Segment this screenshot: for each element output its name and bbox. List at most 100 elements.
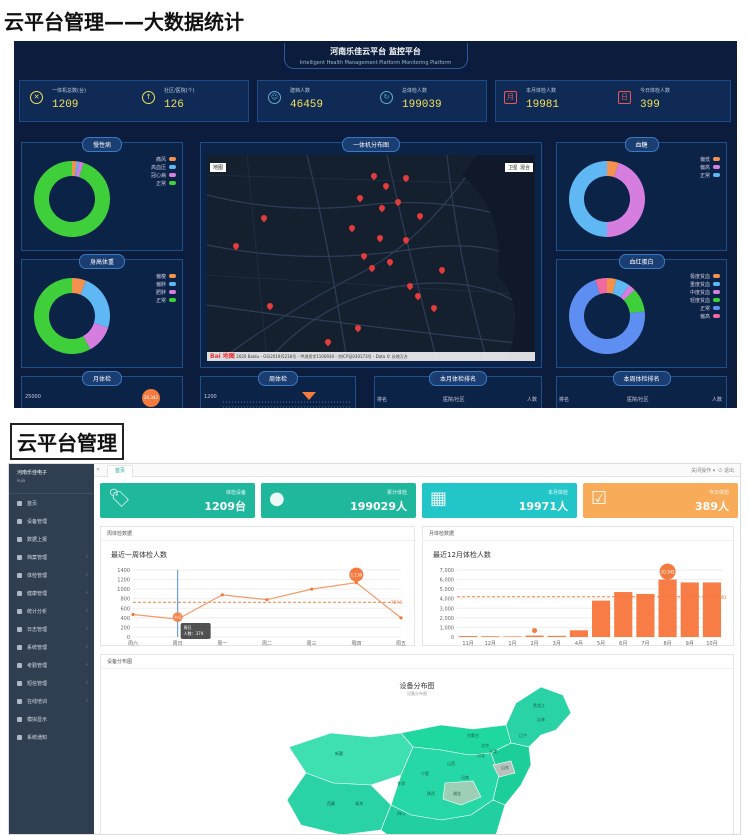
calendar-check-icon: ☑ [591, 488, 608, 509]
x-tick-label: 周二 [262, 641, 272, 647]
x-tick-label: 8月 [663, 641, 671, 647]
close-ops-menu[interactable]: 关闭操作 ▾ [691, 468, 715, 474]
legend-swatch [169, 173, 176, 177]
x-tick-label: 6月 [619, 641, 627, 647]
legend-label: 正常 [699, 305, 710, 312]
province-label: 湖北 [453, 790, 461, 796]
sidebar-item-label: 在线培训 [27, 698, 48, 705]
stat-month-exams: 月 本月体检人数 19981 [504, 85, 614, 119]
map-type-button[interactable]: 地图 [210, 163, 227, 172]
menu-icon [17, 662, 22, 668]
x-tick-label: 周四 [351, 641, 361, 647]
device-map[interactable]: 地图 卫星 混合 © 2020 Baidu - GS(2019)5218号 - … [207, 155, 535, 361]
legend-item: 极度贫血 [690, 272, 720, 280]
user-icon: ● [269, 488, 285, 509]
body-panel: 身高体重 偏瘦 偏胖 肥胖 正常 [21, 254, 183, 368]
baidu-logo: Bai 地图 [210, 353, 235, 360]
legend-label: 中度贫血 [689, 289, 710, 296]
dashboard-title-text: 河南乐佳云平台 监控平台 [330, 47, 421, 56]
legend-item: 冠心病 [151, 171, 176, 179]
legend-item: 痛风 [151, 155, 176, 163]
legend-label: 肥胖 [155, 289, 166, 296]
panel-header: 月体检数据 [423, 527, 733, 541]
province-label: 内蒙古 [467, 732, 479, 738]
sidebar-item[interactable]: 体检管理 ‹ [9, 566, 94, 584]
sidebar-item-label: 系统管理 [27, 644, 48, 651]
province-label: 天津 [489, 748, 497, 754]
china-map: 黑龙江吉林辽宁 内蒙古新疆西藏 青海 甘肃 宁夏陕西 山西 河北 北京天津山东河南四川 湖北 [286, 686, 572, 834]
sidebar-item[interactable]: 短信管理 ‹ [9, 674, 94, 692]
sidebar-item-label: 统计分析 [27, 608, 48, 615]
legend-label: 偏低 [699, 156, 710, 163]
body-donut [34, 278, 110, 354]
sidebar-item[interactable]: 档案管理 ‹ [9, 548, 94, 566]
sidebar-item[interactable]: 在线培训 ‹ [9, 692, 94, 710]
province-label: 河北 [477, 752, 485, 758]
hemoglobin-donut [569, 278, 645, 354]
legend-item: 偏高 [690, 312, 720, 320]
map-copyright: © 2020 Baidu - GS(2019)5218号 - 甲测资字11009… [207, 352, 535, 361]
tab-home[interactable]: 首页 [107, 465, 134, 477]
y-tick-label: 1,000 [440, 625, 454, 631]
sidebar-item[interactable]: 系统管理 ‹ [9, 638, 94, 656]
chronic-legend: 痛风 高血压 冠心病 正常 [151, 155, 176, 187]
card-today: ☑ 今日体检 389人 [583, 483, 738, 518]
sidebar-item[interactable]: 设备管理 [9, 512, 94, 530]
rank-col-header: 排名 [559, 397, 570, 403]
sidebar-item[interactable]: 首页 [9, 494, 94, 512]
sidebar-item[interactable]: 模拟显示 [9, 710, 94, 728]
week-exam-minichart [223, 392, 351, 408]
x-tick-label: 周一 [217, 641, 227, 647]
data-point [399, 616, 403, 620]
sidebar-item[interactable]: 日志管理 ‹ [9, 620, 94, 638]
menu-icon [17, 716, 22, 722]
card-label: 本月体检 [547, 490, 568, 496]
brand-name: 河南乐佳电子 [17, 470, 48, 476]
tooltip-day: 周日 [184, 624, 192, 630]
panel-title: 血红蛋白 [618, 254, 665, 269]
hospital-col-header: 医院/社区 [443, 397, 465, 403]
x-tick-label: 5月 [597, 641, 605, 647]
logout-icon[interactable]: ⏻ [718, 468, 722, 474]
week-rank-panel: 本周体检排名 排名 医院/社区 人数 [556, 371, 727, 408]
data-point [220, 593, 224, 597]
sidebar: 河南乐佳电子 lejia 首页 设备管理 数据上报 档案管理 ‹ 体检管理 ‹ 健康管理 ‹ 统计分… [9, 464, 94, 834]
chevron-icon: ‹ [86, 680, 88, 686]
sidebar-item[interactable]: 健康管理 ‹ [9, 584, 94, 602]
menu-icon [17, 608, 22, 614]
legend-swatch [169, 181, 176, 185]
sidebar-item[interactable]: 数据上报 [9, 530, 94, 548]
device-map-panel: 一体机分布图 地图 卫星 混合 © 2020 Baidu - GS(2019)5… [200, 137, 542, 368]
menu-icon [17, 554, 22, 560]
month-exam-panel: 月体检 25000 20,342 [21, 371, 183, 408]
chronic-donut [34, 161, 110, 237]
sidebar-item[interactable]: 系统通知 [9, 728, 94, 746]
back-icon[interactable]: « [96, 466, 100, 473]
sidebar-item[interactable]: 考勤管理 ‹ [9, 656, 94, 674]
province-label: 山西 [447, 760, 455, 766]
x-tick-label: 10月 [706, 641, 717, 647]
province-label: 山东 [501, 764, 509, 770]
panel-title: 慢性病 [81, 137, 123, 152]
legend-label: 正常 [155, 180, 166, 187]
legend-label: 偏瘦 [155, 273, 166, 280]
province-label: 北京 [481, 742, 489, 748]
y-tick-label: 1000 [117, 587, 130, 593]
upload-icon: ↑ [142, 91, 155, 104]
sidebar-item[interactable]: 统计分析 ‹ [9, 602, 94, 620]
province-label: 吉林 [537, 716, 545, 722]
legend-item: 偏高 [700, 163, 720, 171]
panel-title: 月体检 [81, 371, 123, 386]
page-heading-dashboard: 云平台管理——大数据统计 [4, 10, 244, 34]
legend-label: 偏高 [699, 313, 710, 320]
y-tick-label: 1200 [117, 578, 130, 584]
y-tick-label: 200 [120, 625, 130, 631]
card-value: 1209台 [204, 500, 246, 513]
hybrid-button[interactable]: 混合 [516, 163, 533, 172]
logout-link[interactable]: 退出 [724, 468, 734, 474]
week-exam-panel: 周体检 1200 [200, 371, 356, 408]
month-rank-panel: 本月体检排名 排名 医院/社区 人数 [374, 371, 542, 408]
legend-swatch [169, 274, 176, 278]
legend-item: 正常 [151, 179, 176, 187]
card-label: 今日体检 [708, 490, 729, 496]
